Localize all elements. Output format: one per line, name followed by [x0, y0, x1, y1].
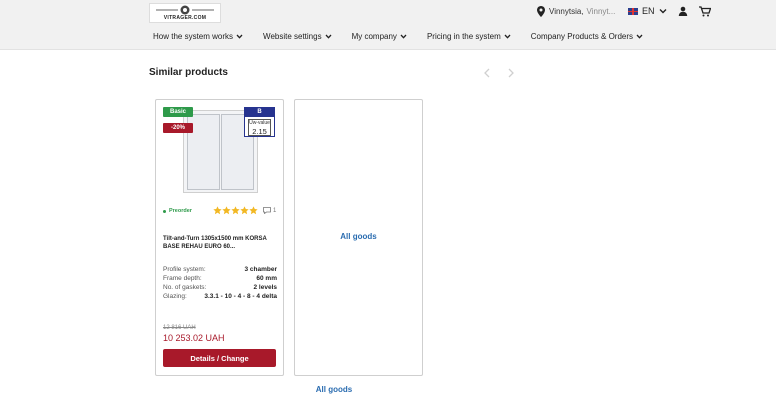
stock-status: Preorder [163, 208, 192, 214]
star-icon [213, 206, 222, 215]
spec-row: No. of gaskets: 2 levels [163, 283, 277, 292]
energy-label: B Uw-value 2.15 [244, 107, 275, 137]
uw-box: Uw-value 2.15 [248, 119, 271, 136]
spec-row: Frame depth: 60 mm [163, 274, 277, 283]
carousel-prev-button[interactable] [481, 67, 493, 79]
chevron-down-icon [325, 34, 332, 39]
spec-label: Frame depth: [163, 275, 202, 282]
uw-value: 2.15 [252, 127, 267, 136]
spec-value: 2 levels [253, 284, 278, 291]
status-dot-icon [163, 209, 166, 213]
comments-link[interactable]: 1 [263, 207, 276, 214]
star-icon [231, 206, 240, 215]
user-icon[interactable] [676, 4, 690, 18]
nav-label: My company [351, 32, 397, 41]
product-specs: Profile system: 3 chamber Frame depth: 6… [163, 265, 277, 301]
all-goods-card[interactable]: All goods [294, 99, 423, 376]
nav-label: Website settings [263, 32, 322, 41]
star-icon [222, 206, 231, 215]
rating-stars[interactable] [213, 206, 258, 215]
spec-row: Glazing: 3.3.1 - 10 - 4 - 8 - 4 delta [163, 292, 277, 301]
location-city: Vinnytsia, [549, 6, 584, 16]
star-icon [249, 206, 258, 215]
logo-emblem-icon [156, 5, 214, 15]
language-label: EN [642, 6, 655, 16]
nav-label: How the system works [153, 32, 234, 41]
location-selector[interactable]: Vinnytsia, Vinnyt... [537, 4, 615, 18]
nav-my-company[interactable]: My company [352, 32, 407, 41]
product-card[interactable]: Basic -20% B Uw-value 2.15 Preorder 1 Ti… [155, 99, 284, 376]
status-label: Preorder [169, 208, 192, 214]
all-goods-card-link[interactable]: All goods [295, 232, 422, 241]
chevron-right-icon [508, 68, 514, 78]
old-price: 12 816 UAH [163, 325, 196, 331]
nav-website-settings[interactable]: Website settings [263, 32, 332, 41]
carousel-next-button[interactable] [505, 67, 517, 79]
site-logo[interactable]: VITRAGER.COM [149, 3, 221, 23]
nav-label: Pricing in the system [426, 32, 501, 41]
chevron-down-icon [659, 9, 667, 14]
uw-label: Uw-value [249, 120, 270, 126]
comment-icon [263, 207, 271, 214]
site-header: VITRAGER.COM Vinnytsia, Vinnyt... EN How… [0, 0, 776, 50]
spec-value: 60 mm [256, 275, 277, 282]
spec-label: No. of gaskets: [163, 284, 207, 291]
pin-icon [537, 5, 545, 17]
main-nav: How the system works Website settings My… [153, 32, 663, 41]
details-change-button[interactable]: Details / Change [163, 349, 276, 367]
comments-count: 1 [273, 207, 277, 214]
section-title: Similar products [149, 67, 228, 78]
badge-discount: -20% [163, 123, 193, 133]
chevron-left-icon [484, 68, 490, 78]
cart-icon[interactable] [698, 4, 712, 18]
spec-label: Profile system: [163, 266, 206, 273]
language-selector[interactable]: EN [628, 4, 667, 18]
chevron-down-icon [636, 34, 643, 39]
logo-text: VITRAGER.COM [163, 15, 207, 21]
spec-value: 3 chamber [244, 266, 277, 273]
spec-row: Profile system: 3 chamber [163, 265, 277, 274]
star-icon [240, 206, 249, 215]
spec-label: Glazing: [163, 293, 187, 300]
nav-company-products-orders[interactable]: Company Products & Orders [531, 32, 643, 41]
nav-pricing[interactable]: Pricing in the system [427, 32, 511, 41]
uk-flag-icon [628, 7, 638, 15]
current-price: 10 253.02 UAH [163, 333, 225, 343]
product-name[interactable]: Tilt-and-Turn 1305x1500 mm KORSA BASE RE… [163, 236, 279, 251]
energy-class: B [245, 108, 274, 117]
nav-how-system-works[interactable]: How the system works [153, 32, 243, 41]
spec-value: 3.3.1 - 10 - 4 - 8 - 4 delta [204, 293, 277, 300]
chevron-down-icon [400, 34, 407, 39]
nav-label: Company Products & Orders [530, 32, 634, 41]
badge-type: Basic [163, 107, 193, 117]
chevron-down-icon [236, 34, 243, 39]
all-goods-link[interactable]: All goods [294, 385, 374, 394]
location-region: Vinnyt... [586, 6, 616, 16]
chevron-down-icon [504, 34, 511, 39]
